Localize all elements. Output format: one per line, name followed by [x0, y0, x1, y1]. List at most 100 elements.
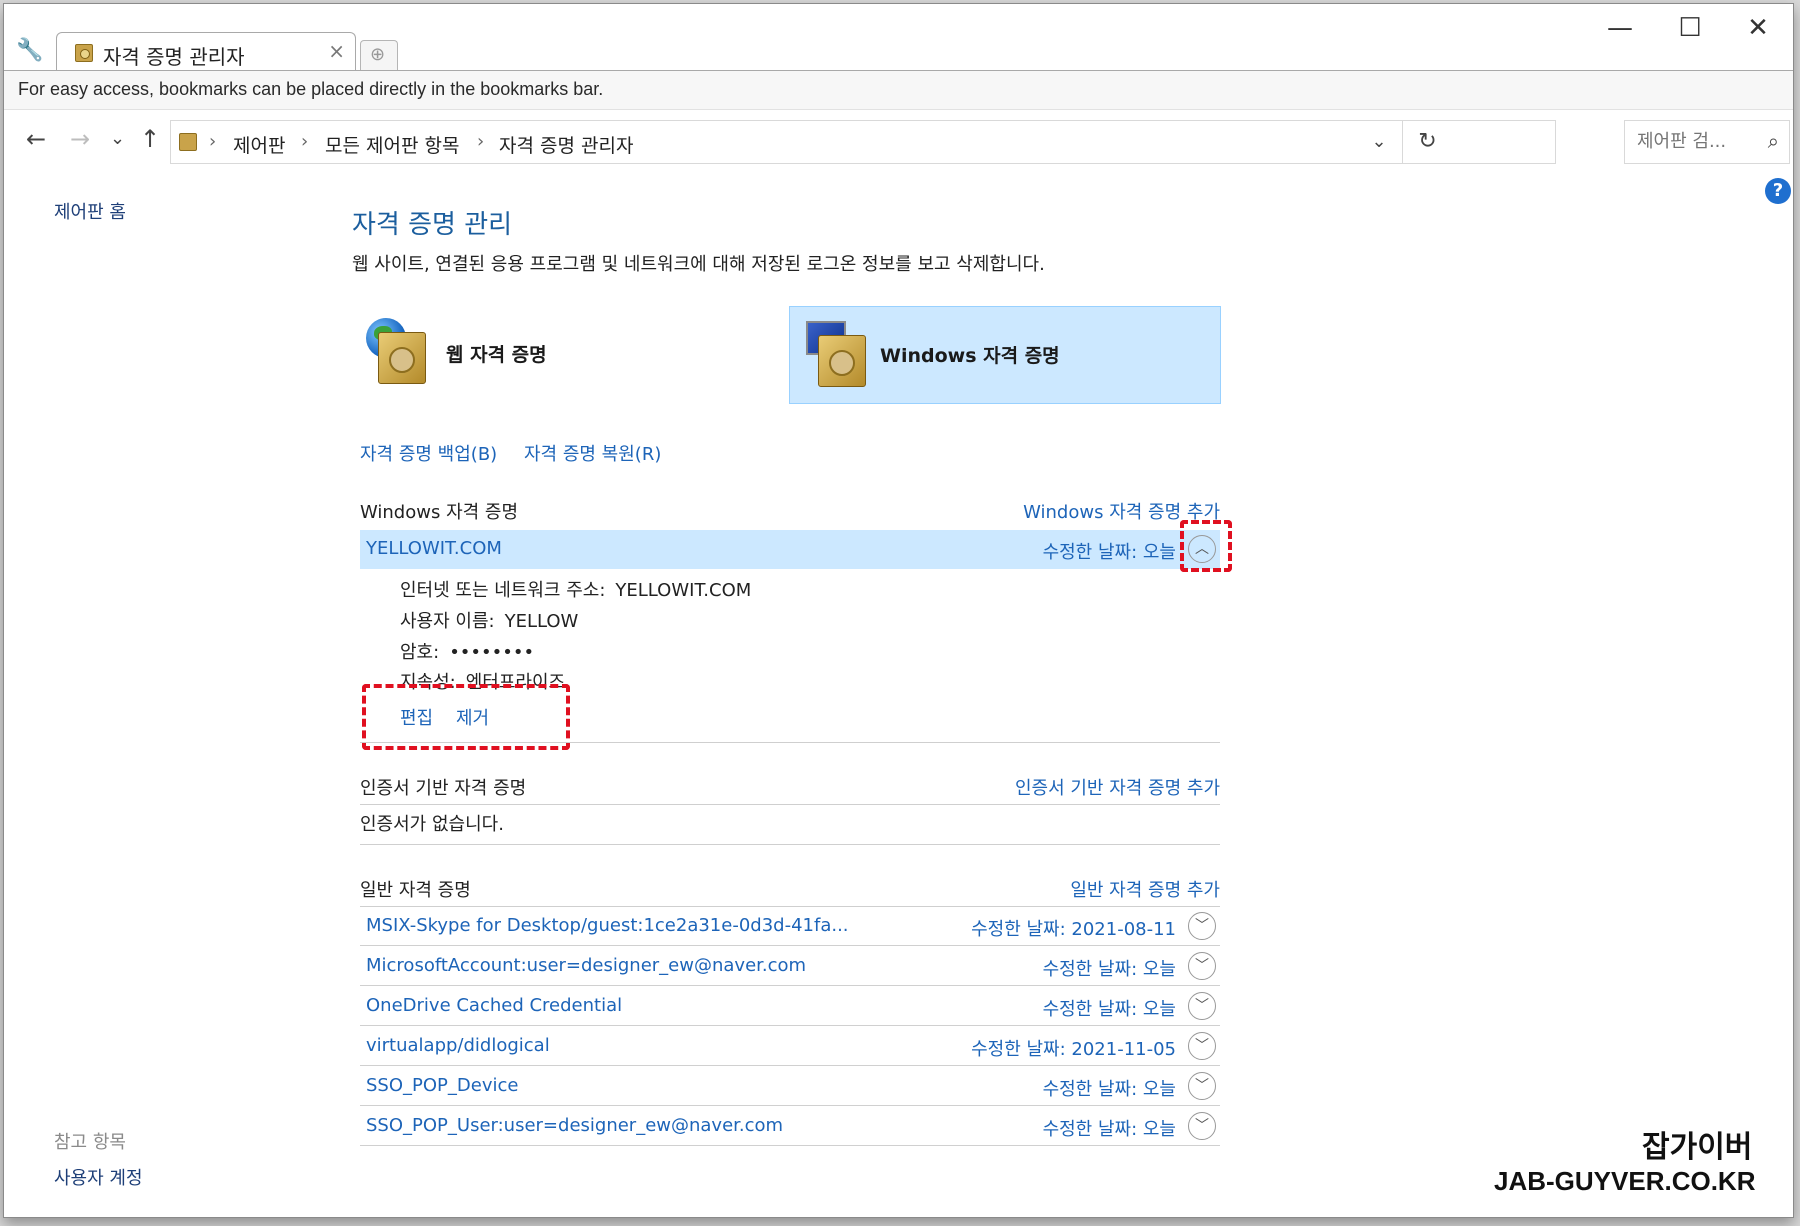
up-button[interactable]: ↑ [140, 126, 160, 152]
sidebar-see-also-heading: 참고 항목 [54, 1132, 126, 1153]
address-dropdown-button[interactable]: ⌄ [1356, 120, 1402, 164]
divider [360, 844, 1220, 845]
credential-name[interactable]: OneDrive Cached Credential [366, 995, 622, 1016]
chevron-down-icon[interactable]: ﹀ [1188, 912, 1216, 940]
windows-credentials-icon [806, 321, 868, 387]
wrench-icon[interactable]: 🔧 [16, 38, 43, 64]
highlight-edit-remove-box [362, 684, 570, 750]
search-icon[interactable]: ⌕ [1768, 129, 1779, 153]
credential-name[interactable]: MicrosoftAccount:user=designer_ew@naver.… [366, 955, 806, 976]
chevron-down-icon[interactable]: ﹀ [1188, 1072, 1216, 1100]
credential-row[interactable]: MicrosoftAccount:user=designer_ew@naver.… [360, 947, 1220, 986]
breadcrumb-separator: › [477, 131, 485, 152]
credential-date: 수정한 날짜: 오늘 [1042, 999, 1176, 1020]
tab-title: 자격 증명 관리자 [103, 45, 245, 69]
forward-button[interactable]: → [70, 126, 90, 152]
search-box[interactable]: ⌕ [1624, 120, 1790, 164]
windows-credentials-label: Windows 자격 증명 [880, 345, 1060, 367]
chevron-down-icon[interactable]: ﹀ [1188, 1112, 1216, 1140]
detail-user: 사용자 이름: YELLOW [400, 607, 578, 633]
minimize-button[interactable]: — [1590, 10, 1650, 46]
restore-credentials-link[interactable]: 자격 증명 복원(R) [524, 440, 661, 466]
page-title: 자격 증명 관리 [352, 210, 513, 240]
generic-credentials-header: 일반 자격 증명 일반 자격 증명 추가 [360, 870, 1220, 906]
detail-address-label: 인터넷 또는 네트워크 주소: [400, 580, 606, 601]
add-generic-credential-link[interactable]: 일반 자격 증명 추가 [1070, 876, 1220, 902]
credential-name[interactable]: SSO_POP_User:user=designer_ew@naver.com [366, 1115, 783, 1136]
credential-row[interactable]: MSIX-Skype for Desktop/guest:1ce2a31e-0d… [360, 907, 1220, 946]
section-title: 일반 자격 증명 [360, 880, 471, 901]
credential-date: 수정한 날짜: 오늘 [1042, 1079, 1176, 1100]
recent-locations-button[interactable]: ⌄ [110, 126, 125, 152]
credential-row-selected[interactable]: YELLOWIT.COM 수정한 날짜: 오늘 ︿ [360, 530, 1220, 569]
detail-password-value: •••••••• [449, 642, 535, 663]
new-tab-button[interactable]: ⊕ [360, 40, 398, 70]
highlight-collapse-box [1180, 520, 1232, 572]
title-bar: 🔧 자격 증명 관리자 × ⊕ — ☐ ✕ [4, 4, 1793, 72]
credential-name[interactable]: MSIX-Skype for Desktop/guest:1ce2a31e-0d… [366, 915, 849, 936]
sidebar-user-accounts[interactable]: 사용자 계정 [54, 1164, 143, 1190]
web-credentials-tile[interactable]: 웹 자격 증명 [362, 306, 782, 404]
credential-row[interactable]: SSO_POP_User:user=designer_ew@naver.com … [360, 1107, 1220, 1146]
windows-credentials-header: Windows 자격 증명 Windows 자격 증명 추가 [360, 492, 1220, 528]
web-credentials-icon [366, 318, 428, 384]
credential-date: 수정한 날짜: 2021-08-11 [971, 919, 1176, 940]
navigation-bar: ← → ⌄ ↑ › 제어판 › 모든 제어판 항목 › 자격 증명 관리자 ⌄ … [4, 110, 1793, 170]
credential-manager-window: 🔧 자격 증명 관리자 × ⊕ — ☐ ✕ For easy access, b… [3, 3, 1794, 1218]
help-icon[interactable]: ? [1765, 178, 1791, 204]
tab-credential-manager[interactable]: 자격 증명 관리자 × [56, 32, 356, 72]
bookmarks-bar: For easy access, bookmarks can be placed… [4, 70, 1793, 110]
certificate-credentials-header: 인증서 기반 자격 증명 인증서 기반 자격 증명 추가 [360, 768, 1220, 804]
no-certificates-text: 인증서가 없습니다. [360, 814, 504, 835]
credential-date: 수정한 날짜: 오늘 [1042, 959, 1176, 980]
refresh-button[interactable]: ↻ [1402, 120, 1452, 164]
credential-name[interactable]: SSO_POP_Device [366, 1075, 518, 1096]
breadcrumb-separator: › [209, 131, 217, 152]
breadcrumb-control-panel[interactable]: 제어판 [233, 131, 285, 158]
credential-date: 수정한 날짜: 오늘 [1042, 542, 1176, 563]
detail-password-label: 암호: [400, 642, 440, 663]
sidebar-control-panel-home[interactable]: 제어판 홈 [54, 198, 126, 224]
credential-row[interactable]: virtualapp/didlogical 수정한 날짜: 2021-11-05… [360, 1027, 1220, 1066]
breadcrumb-separator: › [301, 131, 309, 152]
credential-row[interactable]: OneDrive Cached Credential 수정한 날짜: 오늘 ﹀ [360, 987, 1220, 1026]
detail-address: 인터넷 또는 네트워크 주소: YELLOWIT.COM [400, 576, 751, 602]
credential-name[interactable]: YELLOWIT.COM [366, 538, 502, 559]
credential-name[interactable]: virtualapp/didlogical [366, 1035, 550, 1056]
credential-row[interactable]: SSO_POP_Device 수정한 날짜: 오늘 ﹀ [360, 1067, 1220, 1106]
detail-user-label: 사용자 이름: [400, 611, 495, 632]
section-title: 인증서 기반 자격 증명 [360, 778, 527, 799]
watermark-korean: 잡가이버 [1642, 1130, 1753, 1165]
chevron-down-icon[interactable]: ﹀ [1188, 992, 1216, 1020]
detail-password: 암호: •••••••• [400, 638, 534, 664]
tab-close-icon[interactable]: × [328, 39, 345, 63]
back-button[interactable]: ← [26, 126, 46, 152]
bookmarks-hint: For easy access, bookmarks can be placed… [18, 79, 604, 99]
breadcrumb-credential-manager[interactable]: 자격 증명 관리자 [499, 131, 633, 158]
chevron-down-icon[interactable]: ﹀ [1188, 952, 1216, 980]
maximize-button[interactable]: ☐ [1660, 10, 1720, 46]
chevron-down-icon[interactable]: ﹀ [1188, 1032, 1216, 1060]
breadcrumb-all-items[interactable]: 모든 제어판 항목 [325, 131, 459, 158]
divider [360, 804, 1220, 805]
credential-date: 수정한 날짜: 오늘 [1042, 1119, 1176, 1140]
credential-vault-icon [75, 44, 93, 62]
section-title: Windows 자격 증명 [360, 502, 519, 523]
plus-icon: ⊕ [370, 44, 386, 65]
vault-icon [378, 332, 426, 384]
credential-date: 수정한 날짜: 2021-11-05 [971, 1039, 1176, 1060]
web-credentials-label: 웹 자격 증명 [446, 344, 547, 366]
search-input[interactable] [1637, 131, 1747, 152]
backup-credentials-link[interactable]: 자격 증명 백업(B) [360, 440, 497, 466]
page-description: 웹 사이트, 연결된 응용 프로그램 및 네트워크에 대해 저장된 로그온 정보… [352, 254, 1045, 275]
divider [360, 742, 1220, 743]
control-panel-icon [179, 133, 197, 151]
detail-user-value: YELLOW [504, 611, 579, 632]
vault-icon [818, 335, 866, 387]
windows-credentials-tile[interactable]: Windows 자격 증명 [789, 306, 1221, 404]
address-bar[interactable]: › 제어판 › 모든 제어판 항목 › 자격 증명 관리자 [170, 120, 1556, 164]
detail-address-value: YELLOWIT.COM [615, 580, 752, 601]
close-window-button[interactable]: ✕ [1728, 10, 1788, 46]
watermark-english: JAB-GUYVER.CO.KR [1494, 1166, 1756, 1196]
add-certificate-credential-link[interactable]: 인증서 기반 자격 증명 추가 [1015, 774, 1220, 800]
